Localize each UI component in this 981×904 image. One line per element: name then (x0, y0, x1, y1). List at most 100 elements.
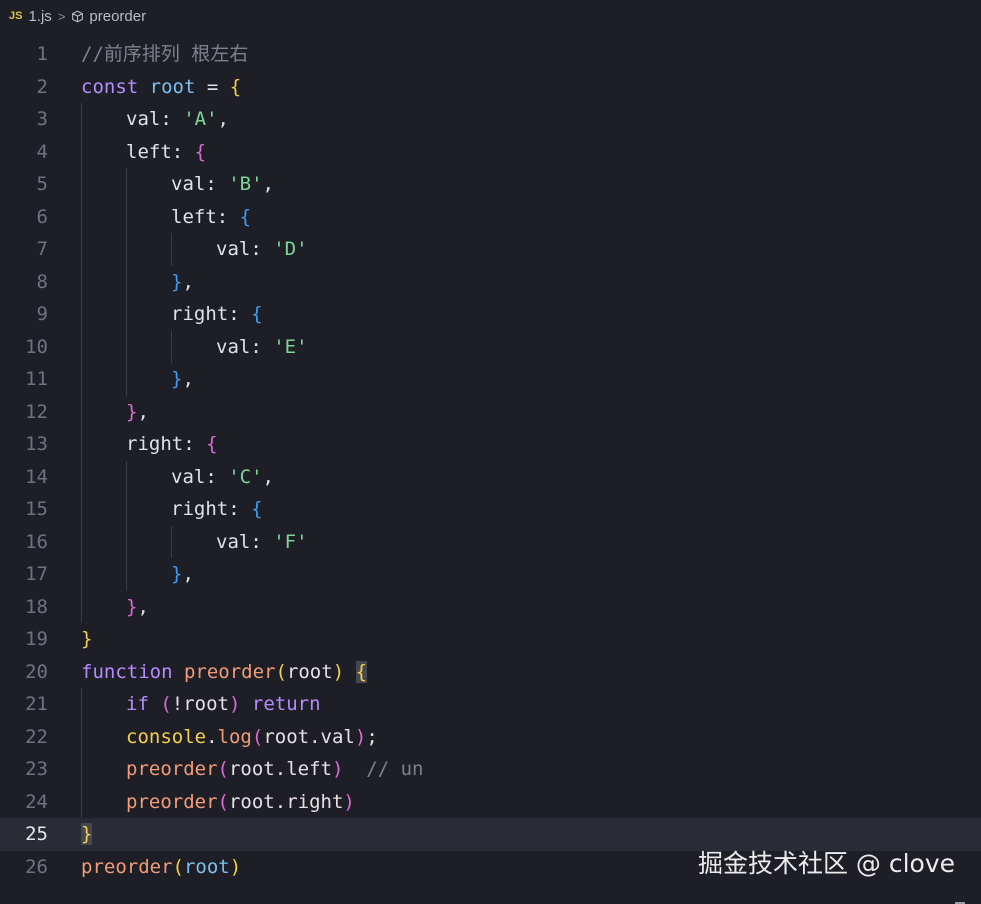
code-line[interactable]: 4 left: { (0, 135, 981, 169)
code-text[interactable]: val: 'C', (81, 461, 274, 494)
line-number: 18 (25, 595, 48, 618)
code-token: } (126, 595, 138, 618)
code-token: ( (172, 855, 184, 878)
code-text[interactable]: left: { (81, 201, 251, 234)
code-token: left (286, 758, 332, 780)
code-token: = (195, 75, 230, 98)
code-text[interactable]: preorder(root.right) (81, 786, 355, 819)
line-number: 20 (25, 660, 48, 683)
code-token: val: (171, 173, 229, 195)
code-text[interactable]: val: 'A', (81, 103, 229, 136)
code-line[interactable]: 24 preorder(root.right) (0, 785, 981, 819)
code-token: , (182, 368, 194, 390)
code-text[interactable]: preorder(root.left) // un (81, 753, 424, 786)
code-token: root (183, 855, 230, 878)
code-token: val: (216, 238, 274, 260)
code-text[interactable]: if (!root) return (81, 688, 321, 721)
code-token: . (206, 725, 218, 748)
code-line[interactable]: 20 function preorder(root) { (0, 656, 981, 689)
code-line[interactable]: 21 if (!root) return (0, 688, 981, 721)
code-text[interactable]: right: { (81, 493, 263, 526)
code-text[interactable]: preorder(root) (81, 851, 241, 884)
code-text[interactable]: left: { (81, 136, 206, 169)
code-text[interactable]: }, (81, 266, 194, 299)
line-number: 21 (25, 693, 48, 715)
code-text[interactable]: const root = { (81, 71, 241, 104)
code-line[interactable]: 6 left: { (0, 200, 981, 234)
code-text[interactable]: } (81, 818, 93, 851)
code-line[interactable]: 9 right: { (0, 298, 981, 331)
line-number: 19 (25, 628, 48, 650)
code-line[interactable]: 1 //前序排列 根左右 (0, 38, 981, 71)
line-number: 2 (36, 75, 48, 98)
breadcrumb-symbol[interactable]: preorder (89, 8, 146, 25)
code-token: right: (171, 498, 252, 520)
code-line[interactable]: 15 right: { (0, 493, 981, 526)
code-text[interactable]: val: 'E' (81, 331, 308, 364)
breadcrumb-file[interactable]: 1.js (28, 8, 51, 25)
code-token: { (251, 303, 263, 325)
code-text[interactable]: }, (81, 363, 194, 396)
code-token: ; (366, 725, 378, 748)
code-text[interactable]: }, (81, 591, 149, 624)
code-token: root (263, 725, 310, 748)
code-line[interactable]: 17}, (0, 558, 981, 591)
code-token: // un (366, 758, 424, 780)
code-token: , (182, 270, 194, 293)
code-text[interactable]: val: 'B', (81, 168, 274, 201)
code-token: const (81, 75, 150, 98)
code-token: console (126, 725, 207, 748)
code-line[interactable]: 2 const root = { (0, 71, 981, 104)
code-line[interactable]: 13 right: { (0, 428, 981, 461)
line-number: 13 (25, 433, 48, 455)
code-line[interactable]: 5 val: 'B', (0, 168, 981, 201)
code-token: { (355, 660, 368, 683)
code-line[interactable]: 23 preorder(root.left) // un (0, 753, 981, 786)
code-token: val: (216, 530, 274, 553)
line-number: 17 (25, 563, 48, 585)
chevron-right-icon: > (57, 8, 66, 24)
code-line[interactable]: 19} (0, 623, 981, 656)
line-number: 16 (25, 530, 48, 553)
code-text[interactable]: console.log(root.val); (81, 721, 378, 754)
code-token: log (217, 725, 252, 748)
code-text[interactable]: }, (81, 558, 194, 591)
line-number: 8 (36, 270, 48, 293)
code-line[interactable]: 12}, (0, 395, 981, 429)
code-token: . (274, 790, 287, 813)
code-line[interactable]: 18}, (0, 590, 981, 624)
code-line[interactable]: 7 val: 'D' (0, 233, 981, 266)
code-token: right: (171, 303, 252, 325)
code-text[interactable]: //前序排列 根左右 (81, 38, 248, 71)
watermark: 掘金技术社区 @ clove (697, 849, 955, 878)
code-text[interactable]: function preorder(root) { (81, 656, 368, 689)
code-line[interactable]: 22 console.log(root.val); (0, 720, 981, 754)
code-text[interactable]: right: { (81, 298, 263, 331)
code-text[interactable]: } (81, 623, 92, 656)
code-line[interactable]: 10 val: 'E' (0, 330, 981, 364)
line-number: 10 (25, 335, 48, 358)
code-line[interactable]: 11}, (0, 363, 981, 396)
line-number: 22 (25, 725, 48, 748)
js-file-icon: JS (9, 10, 23, 22)
code-text[interactable]: }, (81, 396, 149, 429)
code-token: , (137, 595, 149, 618)
code-token: preorder (183, 660, 276, 683)
code-line[interactable]: 14 val: 'C', (0, 460, 981, 494)
code-token: } (126, 400, 138, 423)
code-line[interactable]: 3 val: 'A', (0, 103, 981, 136)
code-editor[interactable]: 1//前序排列 根左右 2 const root = {3 val: 'A', 4 lef… (0, 38, 981, 883)
code-text[interactable]: val: 'F' (81, 526, 308, 559)
line-number: 4 (36, 140, 48, 163)
code-token: } (81, 628, 93, 650)
code-text[interactable]: right: { (81, 428, 218, 461)
line-number: 1 (36, 43, 48, 65)
line-number: 3 (36, 108, 48, 130)
code-token: left: (171, 205, 240, 228)
code-line[interactable]: 16 val: 'F' (0, 525, 981, 559)
code-token: ( (160, 693, 172, 715)
code-text[interactable]: val: 'D' (81, 233, 308, 266)
line-number: 24 (25, 790, 48, 813)
code-line[interactable]: 8}, (0, 265, 981, 299)
code-token: ) (343, 790, 355, 813)
